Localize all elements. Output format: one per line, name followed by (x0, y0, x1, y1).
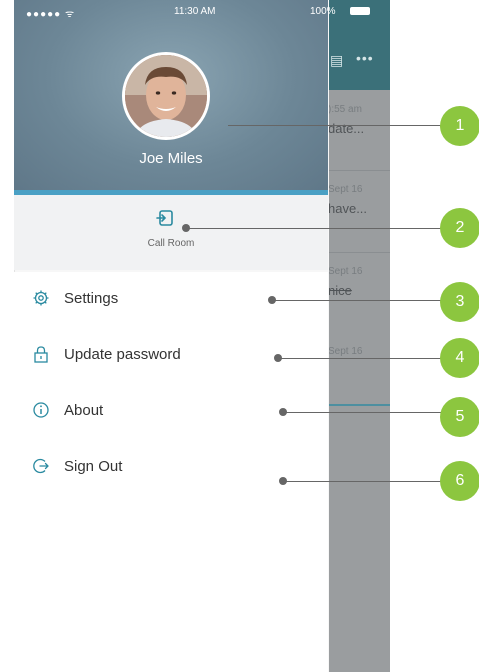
background-list-item[interactable]: Sept 16 have... (328, 184, 390, 216)
call-room-label: Call Room (147, 238, 195, 249)
phone-screen: ▤ ••• ):55 am date... Sept 16 have... Se… (14, 0, 390, 672)
callout-line (283, 481, 442, 482)
call-room-button[interactable] (14, 195, 328, 270)
carrier-signal: ●●●●● ᯤ (26, 9, 76, 20)
callout-badge: 5 (440, 397, 479, 437)
status-time: 11:30 AM (174, 6, 216, 17)
callout-badge: 2 (440, 208, 479, 248)
callout-line (272, 300, 442, 301)
callout-badge: 3 (440, 282, 479, 322)
callout-badge: 6 (440, 461, 479, 501)
divider (328, 170, 390, 171)
drawer-empty-area (14, 495, 328, 672)
menu-item-sign-out[interactable]: Sign Out (14, 440, 328, 497)
lock-icon (34, 346, 48, 363)
status-bar: ●●●●● ᯤ 11:30 AM 100% (14, 0, 390, 22)
more-icon[interactable]: ••• (356, 50, 374, 66)
callout-line (228, 125, 442, 126)
battery-percent: 100% (310, 6, 336, 17)
call-room-icon[interactable] (156, 208, 176, 228)
calendar-icon[interactable]: ▤ (330, 52, 343, 69)
avatar-photo (125, 55, 207, 137)
list-item-snippet: have... (328, 201, 368, 216)
profile-name: Joe Miles (139, 150, 203, 167)
divider (328, 252, 390, 253)
list-item-snippet: date... (328, 121, 365, 136)
list-item-time: Sept 16 (328, 346, 363, 357)
background-list-item[interactable]: ):55 am date... (328, 104, 390, 136)
list-item-snippet: nice (328, 283, 352, 298)
list-item-time: Sept 16 (328, 266, 363, 277)
gear-icon (33, 290, 49, 306)
list-item-time: Sept 16 (328, 184, 363, 195)
callout-badge: 1 (440, 106, 479, 146)
avatar[interactable] (122, 52, 210, 140)
menu-item-label: About (64, 402, 104, 419)
divider (328, 404, 390, 406)
menu-item-label: Update password (64, 346, 181, 363)
sign-out-icon (33, 458, 49, 474)
battery-icon (350, 7, 370, 15)
menu-item-label: Settings (64, 290, 119, 307)
menu-item-label: Sign Out (64, 458, 123, 475)
callout-line (278, 358, 442, 359)
callout-line (186, 228, 442, 229)
background-list-item[interactable]: Sept 16 nice (328, 266, 390, 298)
background-list-item[interactable]: Sept 16 (328, 346, 390, 357)
callout-badge: 4 (440, 338, 479, 378)
list-item-time: ):55 am (328, 104, 362, 115)
callout-line (283, 412, 442, 413)
profile-header: Joe Miles (14, 0, 328, 192)
info-icon (33, 402, 49, 418)
